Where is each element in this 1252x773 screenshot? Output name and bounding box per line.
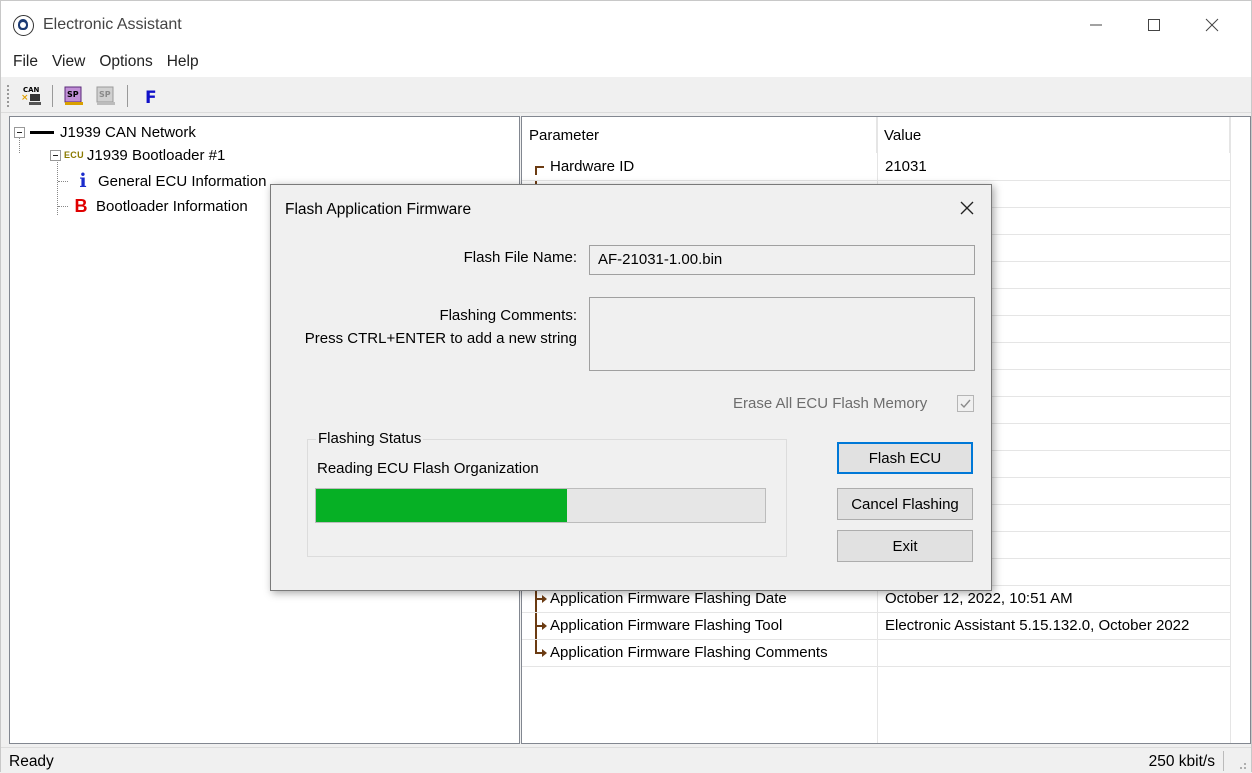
- settings-program-disabled-icon: SP: [96, 86, 115, 105]
- flashing-status-group: Flashing Status Reading ECU Flash Organi…: [307, 430, 787, 557]
- sp-disabled-button[interactable]: SP: [94, 84, 118, 108]
- flash-file-label: Flash File Name:: [463, 249, 577, 266]
- flash-progress-bar: [315, 488, 766, 523]
- settings-program-icon: SP: [64, 86, 83, 105]
- parameter-name: Application Firmware Flashing Tool: [550, 617, 783, 634]
- value-cell: Electronic Assistant 5.15.132.0, October…: [885, 617, 1190, 634]
- tree-item-bootloader-info[interactable]: B Bootloader Information: [58, 195, 248, 217]
- flashing-status-text: Reading ECU Flash Organization: [317, 460, 539, 477]
- flash-file-field[interactable]: AF-21031-1.00.bin: [589, 245, 975, 275]
- flashing-comments-label: Flashing Comments:: [439, 307, 577, 324]
- menu-view[interactable]: View: [45, 49, 92, 77]
- flash-button[interactable]: F: [140, 84, 164, 108]
- dialog-close-button[interactable]: [947, 191, 987, 225]
- status-separator: [1223, 751, 1224, 771]
- menu-help[interactable]: Help: [160, 49, 206, 77]
- row-divider: [522, 180, 1230, 181]
- menu-bar: File View Options Help: [1, 49, 1251, 77]
- tree-connector: [58, 205, 68, 207]
- tree-branch-icon: [532, 639, 548, 661]
- info-icon: i: [79, 170, 87, 192]
- ecu-icon: ECU: [64, 150, 84, 160]
- parameter-cell: Hardware ID: [532, 153, 634, 180]
- close-icon: [960, 201, 974, 215]
- tree-branch-icon: [532, 159, 548, 175]
- row-divider: [522, 639, 1230, 640]
- tree-item-bootloader-info-label: Bootloader Information: [96, 197, 248, 215]
- minimize-icon: [1090, 24, 1102, 26]
- dialog-title: Flash Application Firmware: [285, 201, 472, 218]
- toolbar-grip: [7, 85, 10, 107]
- vertical-scrollbar[interactable]: [1230, 117, 1250, 743]
- can-connect-button[interactable]: CAN ×: [19, 84, 43, 108]
- maximize-button[interactable]: [1125, 1, 1183, 49]
- parameter-name: Application Firmware Flashing Date: [550, 590, 787, 607]
- exit-button[interactable]: Exit: [837, 530, 973, 562]
- close-button[interactable]: [1183, 1, 1241, 49]
- erase-flash-label: Erase All ECU Flash Memory: [733, 395, 928, 412]
- column-header-parameter[interactable]: Parameter: [522, 117, 877, 153]
- toolbar-separator: [52, 85, 53, 107]
- progress-fill: [316, 489, 568, 522]
- parameter-cell: Application Firmware Flashing Comments: [532, 639, 828, 666]
- tree-item-general-info[interactable]: i General ECU Information: [58, 170, 266, 192]
- collapse-icon[interactable]: [14, 126, 25, 138]
- erase-flash-checkbox[interactable]: [957, 395, 974, 412]
- parameter-name: Application Firmware Flashing Comments: [550, 644, 828, 661]
- collapse-icon[interactable]: [50, 149, 61, 161]
- row-divider: [522, 612, 1230, 613]
- flash-firmware-dialog: Flash Application Firmware Flash File Na…: [270, 184, 992, 591]
- parameter-cell: Application Firmware Flashing Tool: [532, 612, 782, 639]
- menu-options[interactable]: Options: [92, 49, 159, 77]
- tree-item-ecu[interactable]: ECU J1939 Bootloader #1: [50, 144, 225, 166]
- status-text: Ready: [9, 753, 54, 770]
- tree-connector: [58, 180, 68, 182]
- resize-grip-icon[interactable]: [1237, 760, 1247, 770]
- value-cell: 21031: [885, 158, 927, 175]
- svg-text:F: F: [145, 88, 157, 108]
- bootloader-icon: B: [74, 195, 88, 216]
- close-icon: [1205, 18, 1219, 32]
- svg-text:SP: SP: [99, 90, 111, 99]
- maximize-icon: [1148, 19, 1160, 31]
- tree-item-general-info-label: General ECU Information: [98, 172, 267, 190]
- menu-file[interactable]: File: [6, 49, 45, 77]
- toolbar-separator: [127, 85, 128, 107]
- column-header-value[interactable]: Value: [877, 117, 1230, 153]
- tree-item-network[interactable]: J1939 CAN Network: [14, 121, 196, 143]
- checkmark-icon: [960, 399, 971, 409]
- tree-branch-icon: [532, 585, 548, 612]
- parameter-name: Hardware ID: [550, 158, 635, 175]
- tree-branch-icon: [532, 612, 548, 639]
- sp-button[interactable]: SP: [62, 84, 86, 108]
- flashing-comments-input[interactable]: [589, 297, 975, 371]
- svg-text:×: ×: [21, 93, 29, 103]
- minimize-button[interactable]: [1067, 1, 1125, 49]
- can-network-icon: CAN ×: [21, 86, 41, 105]
- flash-ecu-button[interactable]: Flash ECU: [837, 442, 973, 474]
- app-logo-icon: [13, 15, 34, 36]
- tree-item-network-label: J1939 CAN Network: [60, 123, 196, 141]
- network-line-icon: [30, 130, 54, 134]
- status-bar: Ready 250 kbit/s: [1, 747, 1251, 773]
- svg-text:SP: SP: [67, 90, 79, 99]
- flashing-status-title: Flashing Status: [316, 430, 424, 447]
- title-bar: Electronic Assistant: [1, 1, 1251, 49]
- row-divider: [522, 666, 1230, 667]
- cancel-flashing-button[interactable]: Cancel Flashing: [837, 488, 973, 520]
- flashing-comments-hint: Press CTRL+ENTER to add a new string: [304, 330, 577, 347]
- tree-item-ecu-label: J1939 Bootloader #1: [86, 146, 226, 164]
- toolbar: CAN × SP SP F: [1, 79, 1251, 113]
- flash-f-icon: F: [145, 88, 157, 108]
- window-title: Electronic Assistant: [43, 16, 182, 33]
- bitrate-indicator: 250 kbit/s: [1148, 753, 1215, 770]
